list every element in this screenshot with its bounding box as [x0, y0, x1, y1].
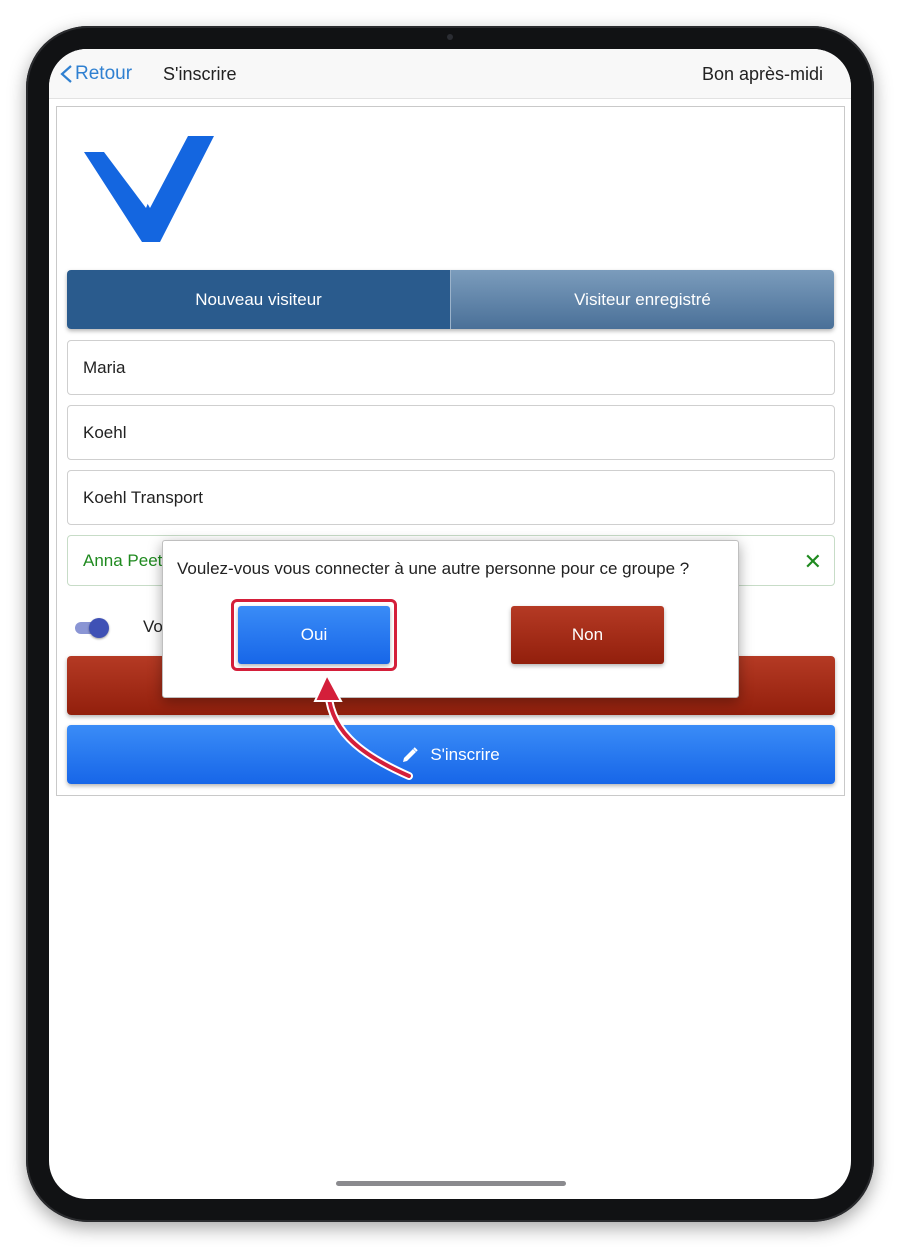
pencil-icon — [403, 746, 419, 762]
last-name-field[interactable]: Koehl — [67, 405, 835, 460]
back-label: Retour — [75, 63, 133, 84]
navigation-bar: Retour S'inscrire Bon après-midi — [49, 49, 851, 99]
front-camera — [447, 34, 453, 40]
host-value: Anna Peet — [83, 550, 163, 570]
dialog-question: Voulez-vous vous connecter à une autre p… — [177, 559, 690, 578]
register-label: S'inscrire — [430, 744, 500, 764]
visitor-type-tabs: Nouveau visiteur Visiteur enregistré — [67, 270, 834, 329]
page-title: S'inscrire — [163, 64, 237, 84]
tab-new-visitor[interactable]: Nouveau visiteur — [67, 270, 450, 329]
yes-button[interactable]: Oui — [238, 606, 390, 664]
no-button[interactable]: Non — [511, 606, 664, 664]
tablet-frame: Retour S'inscrire Bon après-midi Nouveau… — [26, 26, 874, 1222]
tab-registered-visitor[interactable]: Visiteur enregistré — [450, 270, 834, 329]
company-field[interactable]: Koehl Transport — [67, 470, 835, 525]
group-dialog: Voulez-vous vous connecter à une autre p… — [162, 540, 739, 698]
chevron-left-icon — [60, 65, 72, 83]
toggle-knob — [89, 618, 109, 638]
back-button[interactable]: Retour — [59, 63, 132, 85]
home-indicator — [336, 1181, 566, 1186]
first-name-field[interactable]: Maria — [67, 340, 835, 395]
group-toggle[interactable] — [75, 617, 109, 638]
greeting-text: Bon après-midi — [701, 64, 823, 84]
register-button[interactable]: S'inscrire — [67, 725, 835, 784]
screen: Retour S'inscrire Bon après-midi Nouveau… — [49, 49, 851, 1199]
close-icon[interactable]: ✕ — [804, 550, 822, 574]
company-logo — [84, 136, 214, 242]
